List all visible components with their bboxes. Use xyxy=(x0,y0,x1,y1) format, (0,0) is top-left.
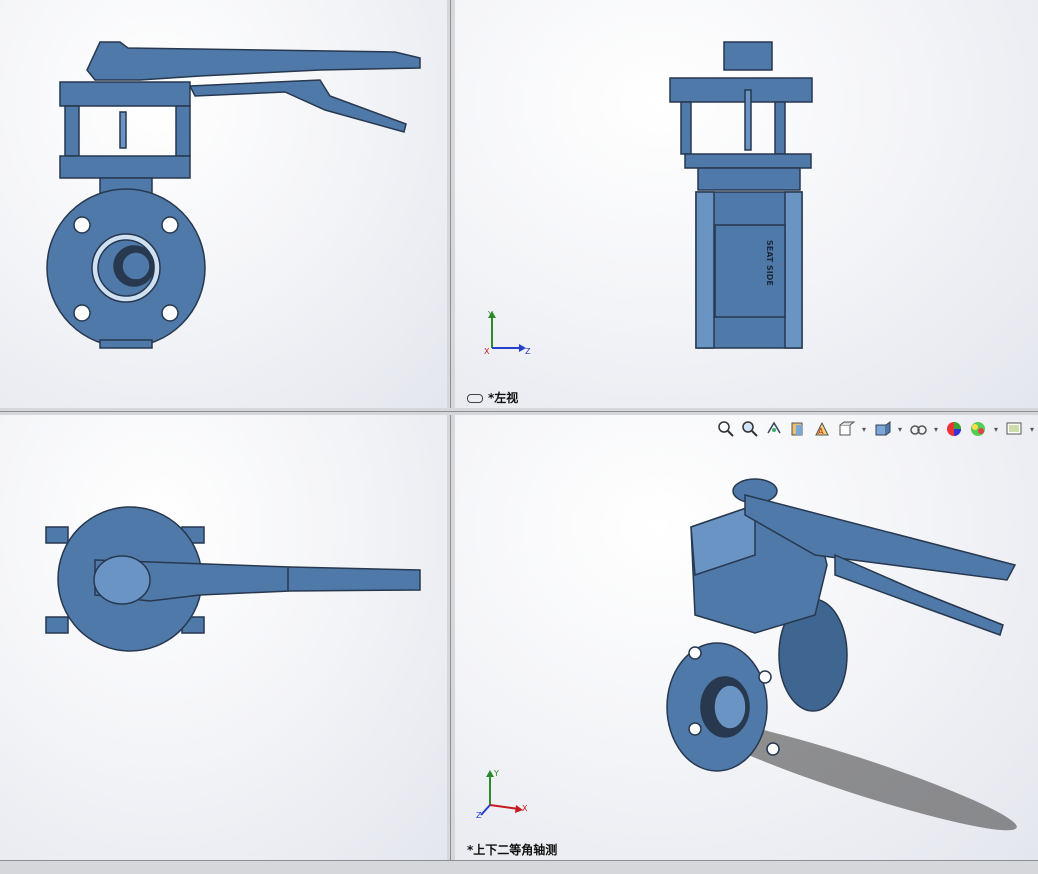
axis-triad-iso: Y X Z xyxy=(476,769,528,819)
viewport-left-view[interactable]: SEAT SIDE Y X Z *左视 xyxy=(455,0,1038,408)
bottom-strip xyxy=(0,860,1038,874)
valve-model-top xyxy=(45,506,421,652)
seat-side-engraving: SEAT SIDE xyxy=(765,240,774,286)
viewport-isometric[interactable]: A ▾ ▾ ▾ ▾ ▾ Y X Z *上下二等角轴测 xyxy=(455,415,1038,860)
viewport-front[interactable] xyxy=(0,0,447,408)
triad-x-label: X xyxy=(522,804,528,813)
triad-z-label: Z xyxy=(525,347,531,356)
link-view-icon[interactable] xyxy=(467,394,483,403)
valve-model-isometric xyxy=(666,478,1017,831)
triad-z-label: Z xyxy=(476,811,482,819)
viewport-splitter-vertical[interactable] xyxy=(447,0,455,860)
viewport-splitter-horizontal[interactable] xyxy=(0,408,1038,415)
viewport-top-view[interactable] xyxy=(0,415,447,860)
valve-model-left: SEAT SIDE xyxy=(669,41,813,349)
view-name-label: *上下二等角轴测 xyxy=(467,843,558,857)
view-name-label: *左视 xyxy=(467,389,518,406)
axis-triad: Y X Z xyxy=(484,310,531,356)
triad-x-label: X xyxy=(484,347,490,356)
triad-y-label: Y xyxy=(487,310,493,319)
valve-model-front xyxy=(46,41,421,349)
triad-y-label: Y xyxy=(493,769,499,778)
